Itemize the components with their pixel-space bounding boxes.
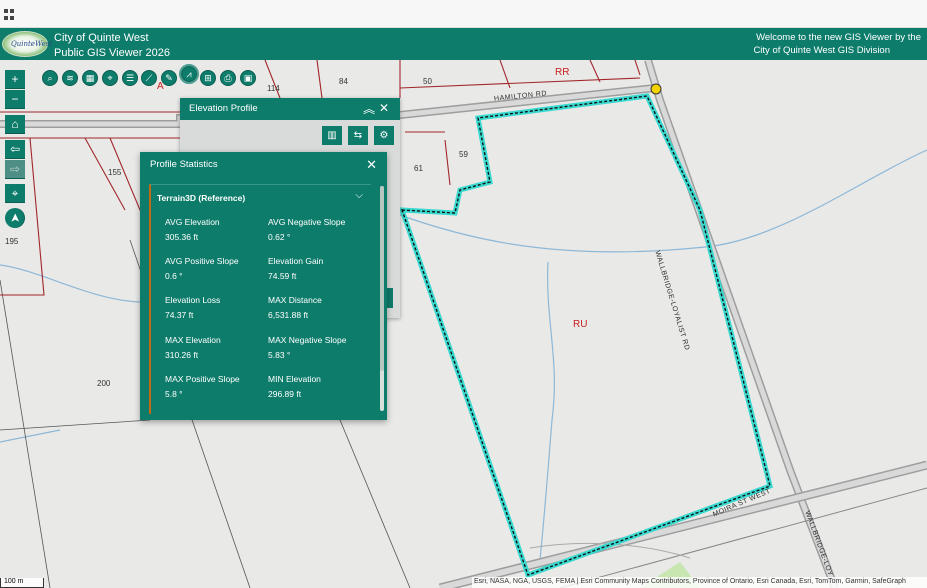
profile-statistics-title: Profile Statistics (150, 159, 218, 170)
parcel-label: 200 (97, 379, 111, 388)
parcel-label: 195 (5, 237, 19, 246)
statistics-section: Terrain3D (Reference) ⌵ AVG Elevation 30… (149, 184, 371, 414)
zoom-out-button[interactable]: − (5, 90, 25, 109)
section-title: Terrain3D (Reference) (157, 193, 246, 203)
swap-icon[interactable]: ⇆ (348, 126, 368, 145)
browser-toolbar (0, 0, 927, 28)
stat-max-distance: MAX Distance 6,531.88 ft (268, 295, 322, 320)
scale-bar: 100 m (0, 578, 44, 588)
list-icon[interactable]: ☰ (122, 70, 138, 86)
previous-extent-button[interactable]: ⇦ (5, 140, 25, 159)
chart-icon[interactable]: ▥ (322, 126, 342, 145)
compass-icon[interactable]: ➤ (5, 208, 25, 228)
elevation-icon[interactable]: ⩘ (179, 64, 199, 84)
stat-min-elevation: MIN Elevation 296.89 ft (268, 374, 321, 399)
app-title: City of Quinte West (54, 32, 149, 44)
parcel-label: 114 (267, 84, 280, 93)
zoom-in-button[interactable]: + (5, 70, 25, 89)
collapse-icon[interactable]: ︽ (363, 103, 375, 115)
close-icon[interactable]: ✕ (379, 102, 389, 114)
close-icon[interactable]: ✕ (366, 157, 377, 173)
scrollbar-thumb[interactable] (380, 186, 384, 371)
zone-label-rr: RR (555, 67, 570, 78)
home-button[interactable]: ⌂ (5, 115, 25, 134)
stat-elevation-loss: Elevation Loss 74.37 ft (165, 295, 221, 320)
location-icon[interactable]: ⌖ (102, 70, 118, 86)
logo-text: QuinteWest (11, 40, 53, 48)
stat-avg-negative-slope: AVG Negative Slope 0.62 ° (268, 217, 346, 242)
profile-statistics-panel: Profile Statistics ✕ Terrain3D (Referenc… (140, 152, 387, 420)
welcome-text-line2: City of Quinte West GIS Division (753, 45, 890, 56)
zone-label-ru: RU (573, 319, 588, 330)
settings-gear-icon[interactable]: ⚙ (374, 126, 394, 145)
map-attribution: Esri, NASA, NGA, USGS, FEMA | Esri Commu… (472, 577, 927, 588)
image-icon[interactable]: ▣ (240, 70, 256, 86)
next-extent-button[interactable]: ⇨ (5, 160, 25, 179)
stat-max-elevation: MAX Elevation 310.26 ft (165, 335, 221, 360)
parcel-label: 61 (414, 164, 423, 173)
basemap-icon[interactable]: ▦ (82, 70, 98, 86)
parcel-label: 50 (423, 77, 432, 86)
app-header: QuinteWest City of Quinte West Public GI… (0, 28, 927, 60)
stat-max-positive-slope: MAX Positive Slope 5.8 ° (165, 374, 240, 399)
measure-icon[interactable]: ⟋ (141, 70, 157, 86)
stat-max-negative-slope: MAX Negative Slope 5.83 ° (268, 335, 347, 360)
app-subtitle: Public GIS Viewer 2026 (54, 47, 170, 59)
stat-avg-positive-slope: AVG Positive Slope 0.6 ° (165, 256, 239, 281)
parcel-label: 59 (459, 150, 468, 159)
search-icon[interactable]: ⌕ (42, 70, 58, 86)
stat-elevation-gain: Elevation Gain 74.59 ft (268, 256, 324, 281)
locate-button[interactable]: ⌖ (5, 184, 25, 203)
scrollbar[interactable] (380, 186, 384, 411)
parcel-label: 84 (339, 77, 348, 86)
apps-grid-icon[interactable] (4, 9, 15, 20)
draw-icon[interactable]: ✎ (161, 70, 177, 86)
chevron-down-icon[interactable]: ⌵ (355, 190, 363, 201)
print-icon[interactable]: ⎙ (220, 70, 236, 86)
stat-avg-elevation: AVG Elevation 305.36 ft (165, 217, 220, 242)
layers-icon[interactable]: ≋ (62, 70, 78, 86)
welcome-text-line1: Welcome to the new GIS Viewer by the (756, 32, 921, 43)
parcel-label: 155 (108, 168, 122, 177)
city-logo[interactable]: QuinteWest (2, 31, 52, 57)
analysis-icon[interactable]: ⊞ (200, 70, 216, 86)
